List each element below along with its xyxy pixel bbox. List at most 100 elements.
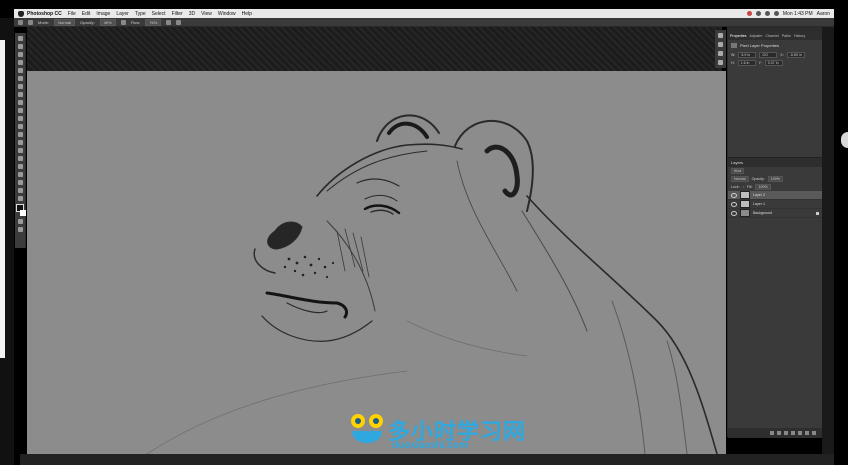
tab-properties[interactable]: Properties: [730, 34, 746, 38]
background-window-strip: [0, 40, 5, 358]
type-tool-icon[interactable]: [17, 156, 23, 161]
lock-label: Lock:: [731, 185, 740, 189]
background-color-swatch[interactable]: [19, 210, 26, 216]
tab-channels[interactable]: Channel: [765, 34, 778, 38]
move-tool-icon[interactable]: [17, 36, 23, 41]
wifi-icon[interactable]: [764, 11, 770, 16]
battery-icon[interactable]: [773, 11, 779, 16]
status-icon[interactable]: [746, 11, 752, 16]
brush-preset-icon[interactable]: [18, 19, 23, 25]
layer-row-layer-1[interactable]: Layer 1: [728, 200, 822, 209]
menu-3d[interactable]: 3D: [189, 11, 195, 17]
w-label: W:: [731, 53, 736, 57]
mode-label: Mode:: [38, 19, 50, 25]
history-brush-tool-icon[interactable]: [17, 108, 23, 113]
airbrush-icon[interactable]: [166, 19, 172, 25]
brush-tool-icon[interactable]: [17, 92, 23, 97]
width-field[interactable]: 6.9 in: [738, 52, 757, 58]
properties-row-hy: H: 1.6 in Y: 0.07 in: [728, 59, 822, 67]
shape-tool-icon[interactable]: [17, 172, 23, 177]
layer-row-layer-2[interactable]: Layer 2: [728, 191, 822, 200]
menu-select[interactable]: Select: [152, 11, 166, 17]
height-field[interactable]: 1.6 in: [737, 60, 756, 66]
menu-type[interactable]: Type: [135, 11, 146, 17]
zoom-tool-icon[interactable]: [17, 188, 23, 193]
more-tools-icon[interactable]: [17, 196, 23, 201]
lasso-tool-icon[interactable]: [17, 52, 23, 57]
tab-paths[interactable]: Paths: [782, 34, 791, 38]
pen-tool-icon[interactable]: [17, 148, 23, 153]
crop-tool-icon[interactable]: [17, 68, 23, 73]
adjustment-layer-icon[interactable]: [791, 431, 795, 435]
gradient-tool-icon[interactable]: [17, 124, 23, 129]
dodge-tool-icon[interactable]: [17, 140, 23, 145]
y-field[interactable]: 0.07 in: [764, 60, 783, 66]
menu-view[interactable]: View: [201, 11, 212, 17]
layers-lock-row: Lock: ▫ Fill: 100%: [728, 183, 822, 191]
opacity-field[interactable]: 40%: [99, 18, 116, 26]
blend-mode-select[interactable]: Normal: [731, 176, 749, 182]
eye-icon[interactable]: [731, 192, 737, 198]
brush-settings-icon[interactable]: [28, 19, 33, 25]
layer-row-background[interactable]: Background: [728, 209, 822, 218]
properties-tabs: Properties Adjustm Channel Paths History: [728, 31, 822, 40]
trash-icon[interactable]: [812, 431, 816, 435]
hand-tool-icon[interactable]: [17, 180, 23, 185]
swatches-panel-icon[interactable]: [718, 51, 723, 56]
menubar-user[interactable]: Aaron: [817, 11, 830, 17]
path-select-tool-icon[interactable]: [17, 164, 23, 169]
properties-panel: Properties Adjustm Channel Paths History…: [728, 31, 822, 157]
fill-field[interactable]: 100%: [755, 184, 771, 190]
layer-filter-select[interactable]: Kind: [731, 168, 745, 174]
history-panel-icon[interactable]: [718, 33, 723, 38]
new-layer-icon[interactable]: [805, 431, 809, 435]
mode-select[interactable]: Normal: [54, 18, 76, 26]
lock-icon[interactable]: ▫: [743, 185, 744, 189]
eye-icon[interactable]: [731, 201, 737, 207]
mask-icon[interactable]: [784, 431, 788, 435]
flow-field[interactable]: 76%: [145, 18, 162, 26]
clone-stamp-tool-icon[interactable]: [17, 100, 23, 105]
eraser-tool-icon[interactable]: [17, 116, 23, 121]
document-canvas[interactable]: [27, 71, 726, 454]
status-icon[interactable]: [755, 11, 761, 16]
app-name-menu[interactable]: Photoshop CC: [27, 11, 62, 17]
layer-opacity-field[interactable]: 100%: [767, 176, 783, 182]
apple-icon[interactable]: [18, 10, 24, 17]
side-handle[interactable]: [841, 132, 848, 148]
group-icon[interactable]: [798, 431, 802, 435]
tab-history[interactable]: History: [794, 34, 805, 38]
link-button[interactable]: GO: [759, 52, 778, 58]
menu-help[interactable]: Help: [242, 11, 252, 17]
eyedropper-tool-icon[interactable]: [17, 76, 23, 81]
screen-mode-icon[interactable]: [17, 227, 23, 232]
lock-icon: [816, 211, 819, 215]
menu-filter[interactable]: Filter: [172, 11, 183, 17]
layers-footer: [728, 428, 822, 438]
healing-brush-tool-icon[interactable]: [17, 84, 23, 89]
pressure-opacity-icon[interactable]: [120, 19, 126, 25]
menu-image[interactable]: Image: [96, 11, 110, 17]
fx-icon[interactable]: [777, 431, 781, 435]
menu-edit[interactable]: Edit: [82, 11, 91, 17]
menu-layer[interactable]: Layer: [116, 11, 129, 17]
layers-panel: Layers Kind Normal Opacity: 100% Lock: ▫…: [728, 157, 822, 438]
layers-panel-title[interactable]: Layers: [728, 158, 822, 167]
blur-tool-icon[interactable]: [17, 132, 23, 137]
eye-icon[interactable]: [731, 210, 737, 216]
pressure-size-icon[interactable]: [176, 19, 182, 25]
quick-select-tool-icon[interactable]: [17, 60, 23, 65]
menu-file[interactable]: File: [68, 11, 76, 17]
tab-adjustments[interactable]: Adjustm: [749, 34, 762, 38]
menubar-clock[interactable]: Mon 1:43 PM: [783, 11, 813, 17]
x-field[interactable]: -5.69 in: [786, 52, 805, 58]
adjust-panel-icon[interactable]: [718, 60, 723, 65]
menu-window[interactable]: Window: [218, 11, 236, 17]
quick-mask-icon[interactable]: [17, 219, 23, 224]
layers-blend-row: Normal Opacity: 100%: [728, 175, 822, 183]
watermark-url: duoxiaoshi.com: [392, 440, 469, 451]
layer-name: Layer 2: [753, 193, 765, 197]
marquee-tool-icon[interactable]: [17, 44, 23, 49]
brush-panel-icon[interactable]: [718, 42, 723, 47]
link-layers-icon[interactable]: [770, 431, 774, 435]
